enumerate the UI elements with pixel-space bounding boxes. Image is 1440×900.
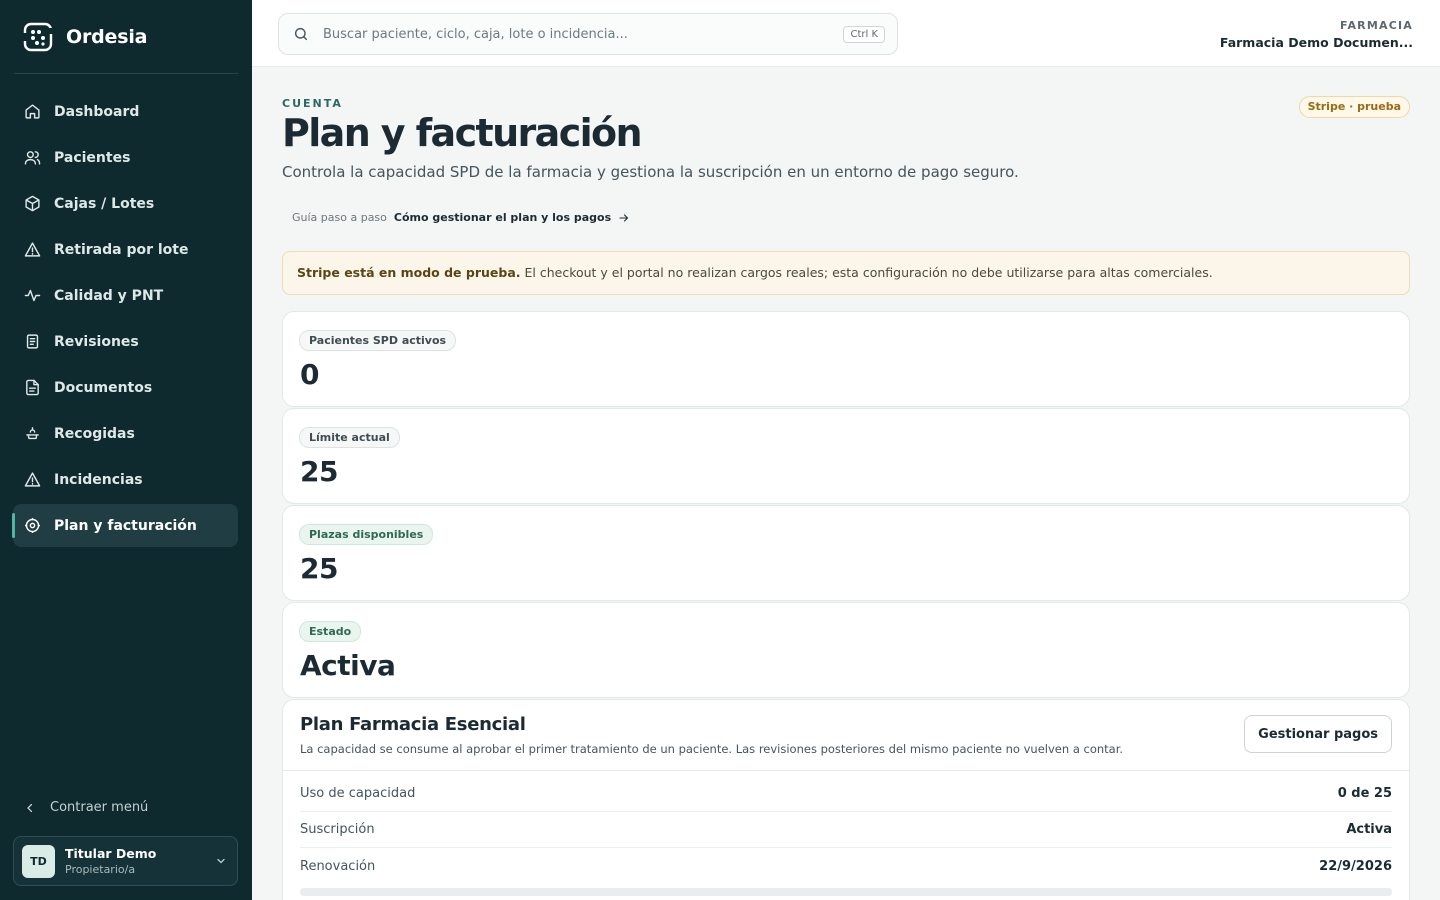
avatar: TD: [22, 844, 55, 878]
chevron-left-icon: [27, 803, 33, 812]
page-subtitle: Controla la capacidad SPD de la farmacia…: [282, 163, 1019, 181]
clipboard-icon: [26, 334, 39, 349]
sidebar-item-label: Recogidas: [54, 425, 135, 442]
sidebar-item-cajas-lotes[interactable]: Cajas / Lotes: [13, 182, 238, 225]
sidebar-item-label: Documentos: [54, 379, 153, 396]
sidebar-item-incidencias[interactable]: Incidencias: [13, 458, 238, 501]
search-input[interactable]: [323, 26, 823, 42]
sidebar-item-pacientes[interactable]: Pacientes: [13, 136, 238, 179]
sidebar-item-label: Incidencias: [54, 471, 143, 488]
topbar: Ctrl K FARMACIA Farmacia Demo Documen...: [252, 0, 1440, 67]
stat-value: 25: [300, 455, 338, 488]
arrow-right-icon: [619, 213, 629, 222]
pharmacy-selector[interactable]: FARMACIA Farmacia Demo Documen...: [1220, 19, 1413, 50]
guide-link[interactable]: Cómo gestionar el plan y los pagos: [394, 211, 611, 224]
ordesia-logo-icon: [23, 22, 53, 52]
collapse-menu-label: Contraer menú: [50, 800, 149, 815]
sidebar-item-label: Retirada por lote: [54, 241, 189, 258]
search-bar[interactable]: Ctrl K: [278, 13, 898, 55]
plan-description: La capacidad se consume al aprobar el pr…: [300, 742, 1124, 756]
sidebar-divider: [14, 73, 238, 74]
capacity-progress-bar: [300, 888, 1392, 896]
guide-link-row: Guía paso a paso Cómo gestionar el plan …: [292, 211, 630, 224]
stat-value: 25: [300, 552, 338, 585]
row-value: Activa: [1346, 822, 1392, 837]
sidebar-item-retirada-por-lote[interactable]: Retirada por lote: [13, 228, 238, 271]
sidebar-item-label: Cajas / Lotes: [54, 195, 155, 212]
user-menu[interactable]: TD Titular Demo Propietario/a: [13, 836, 238, 886]
sidebar-item-recogidas[interactable]: Recogidas: [13, 412, 238, 455]
stat-label: Pacientes SPD activos: [299, 330, 457, 351]
stat-card-active-patients: Pacientes SPD activos 0: [282, 311, 1410, 407]
sidebar-item-label: Revisiones: [54, 333, 139, 350]
brand[interactable]: Ordesia: [22, 21, 147, 53]
stat-card-status: Estado Activa: [282, 602, 1410, 698]
row-value: 0 de 25: [1337, 786, 1392, 801]
plan-card: Plan Farmacia Esencial La capacidad se c…: [282, 699, 1410, 900]
alert-title: Stripe está en modo de prueba.: [297, 265, 521, 280]
collapse-menu-button[interactable]: Contraer menú: [24, 800, 148, 815]
search-shortcut-badge: Ctrl K: [843, 26, 885, 43]
stat-card-available-slots: Plazas disponibles 25: [282, 505, 1410, 601]
row-key: Renovación: [300, 858, 376, 874]
sidebar-item-label: Calidad y PNT: [54, 287, 164, 304]
sidebar-item-label: Pacientes: [54, 149, 131, 166]
brand-name: Ordesia: [66, 26, 148, 48]
document-icon: [26, 379, 39, 396]
alert-text: El checkout y el portal no realizan carg…: [520, 265, 1213, 280]
sidebar: Ordesia Dashboard Pacientes Cajas / Lote…: [0, 0, 252, 900]
page-eyebrow: CUENTA: [282, 97, 343, 110]
warning-icon: [24, 472, 41, 487]
user-name: Titular Demo: [65, 846, 157, 861]
guide-label: Guía paso a paso: [292, 211, 387, 224]
plan-title: Plan Farmacia Esencial: [300, 714, 526, 735]
activity-icon: [24, 289, 41, 302]
pickup-icon: [26, 427, 39, 440]
row-key: Suscripción: [300, 822, 375, 837]
stat-value: Activa: [300, 649, 396, 682]
row-value: 22/9/2026: [1319, 858, 1392, 874]
sidebar-item-calidad-pnt[interactable]: Calidad y PNT: [13, 274, 238, 317]
stat-value: 0: [300, 358, 319, 391]
user-role: Propietario/a: [65, 863, 136, 876]
chevron-down-icon: [217, 858, 225, 864]
plan-row-subscription: Suscripción Activa: [300, 812, 1392, 848]
sidebar-item-dashboard[interactable]: Dashboard: [13, 90, 238, 133]
sidebar-item-revisiones[interactable]: Revisiones: [13, 320, 238, 363]
warning-icon: [24, 242, 41, 257]
stat-card-current-limit: Límite actual 25: [282, 408, 1410, 504]
row-key: Uso de capacidad: [300, 786, 416, 801]
stripe-mode-badge: Stripe · prueba: [1298, 96, 1410, 118]
pharmacy-label: FARMACIA: [1340, 19, 1413, 32]
home-icon: [25, 104, 40, 119]
box-icon: [25, 195, 40, 212]
test-mode-alert: Stripe está en modo de prueba. El checko…: [282, 251, 1410, 295]
sidebar-nav: Dashboard Pacientes Cajas / Lotes Retira…: [12, 90, 238, 550]
page-title: Plan y facturación: [282, 111, 643, 155]
plan-row-renewal: Renovación 22/9/2026: [300, 848, 1392, 884]
sidebar-item-plan-facturacion[interactable]: Plan y facturación: [12, 504, 238, 547]
plan-row-capacity: Uso de capacidad 0 de 25: [300, 776, 1392, 812]
sidebar-item-label: Dashboard: [54, 103, 140, 120]
stat-label: Plazas disponibles: [299, 524, 434, 545]
stat-label: Estado: [299, 621, 362, 642]
pharmacy-name: Farmacia Demo Documen...: [1219, 35, 1413, 50]
sidebar-item-documentos[interactable]: Documentos: [13, 366, 238, 409]
sidebar-item-label: Plan y facturación: [54, 517, 197, 534]
divider: [283, 770, 1409, 771]
manage-payments-button[interactable]: Gestionar pagos: [1244, 715, 1392, 753]
stat-label: Límite actual: [299, 427, 400, 448]
search-icon: [294, 27, 308, 41]
gear-icon: [25, 518, 40, 533]
users-icon: [24, 151, 41, 165]
